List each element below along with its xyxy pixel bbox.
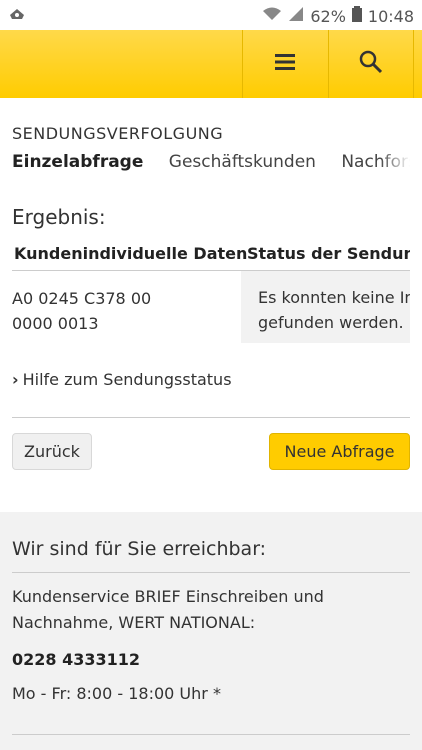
footer-divider-bottom xyxy=(12,734,410,735)
page-subtitle: SENDUNGSVERFOLGUNG xyxy=(12,124,224,143)
opening-hours: Mo - Fr: 8:00 - 18:00 Uhr * xyxy=(12,684,221,703)
battery-percent: 62% xyxy=(310,6,346,26)
back-button[interactable]: Zurück xyxy=(12,433,92,470)
customer-data-line-2: 0000 0013 xyxy=(12,314,99,333)
chevron-right-icon: › xyxy=(12,370,19,389)
battery-icon xyxy=(351,6,362,26)
table-cell-status: Es konnten keine In gefunden werden. xyxy=(241,271,410,343)
service-line-2: Nachnahme, WERT NATIONAL: xyxy=(12,613,256,632)
menu-button[interactable] xyxy=(242,30,327,98)
service-description: Kundenservice BRIEF Einschreiben und Nac… xyxy=(12,584,410,636)
app-header xyxy=(0,30,422,98)
help-link-label: Hilfe zum Sendungsstatus xyxy=(22,370,232,389)
tab-geschaeftskunden[interactable]: Geschäftskunden xyxy=(169,152,316,172)
result-heading: Ergebnis: xyxy=(12,205,106,229)
status-bar: 62% 10:48 xyxy=(0,0,422,30)
customer-data-line-1: A0 0245 C378 00 xyxy=(12,289,152,308)
tab-fade xyxy=(380,152,410,182)
search-button[interactable] xyxy=(328,30,413,98)
column-header-customer-data: Kundenindividuelle Daten xyxy=(14,244,248,263)
table-cell-customer-data: A0 0245 C378 00 0000 0013 xyxy=(12,286,232,336)
header-divider xyxy=(413,30,414,98)
tab-bar: Einzelabfrage Geschäftskunden Nachforsch xyxy=(12,152,410,182)
result-table[interactable]: Kundenindividuelle Daten Status der Send… xyxy=(12,240,410,350)
menu-icon xyxy=(274,52,296,76)
contact-footer: Wir sind für Sie erreichbar: Kundenservi… xyxy=(0,512,422,750)
clock: 10:48 xyxy=(367,6,414,26)
wifi-icon xyxy=(262,6,282,26)
status-line-2: gefunden werden. xyxy=(258,313,404,332)
footer-divider xyxy=(12,572,410,573)
search-icon xyxy=(359,50,383,78)
status-line-1: Es konnten keine In xyxy=(258,288,410,307)
footer-title: Wir sind für Sie erreichbar: xyxy=(12,538,267,560)
notification-icon xyxy=(8,6,26,26)
signal-icon xyxy=(288,6,304,26)
phone-number[interactable]: 0228 4333112 xyxy=(12,650,140,669)
new-query-button[interactable]: Neue Abfrage xyxy=(269,433,410,470)
divider xyxy=(12,417,410,418)
service-line-1: Kundenservice BRIEF Einschreiben und xyxy=(12,587,324,606)
help-link[interactable]: › Hilfe zum Sendungsstatus xyxy=(12,370,232,389)
tab-einzelabfrage[interactable]: Einzelabfrage xyxy=(12,152,143,172)
column-header-status: Status der Sendung xyxy=(247,244,410,263)
